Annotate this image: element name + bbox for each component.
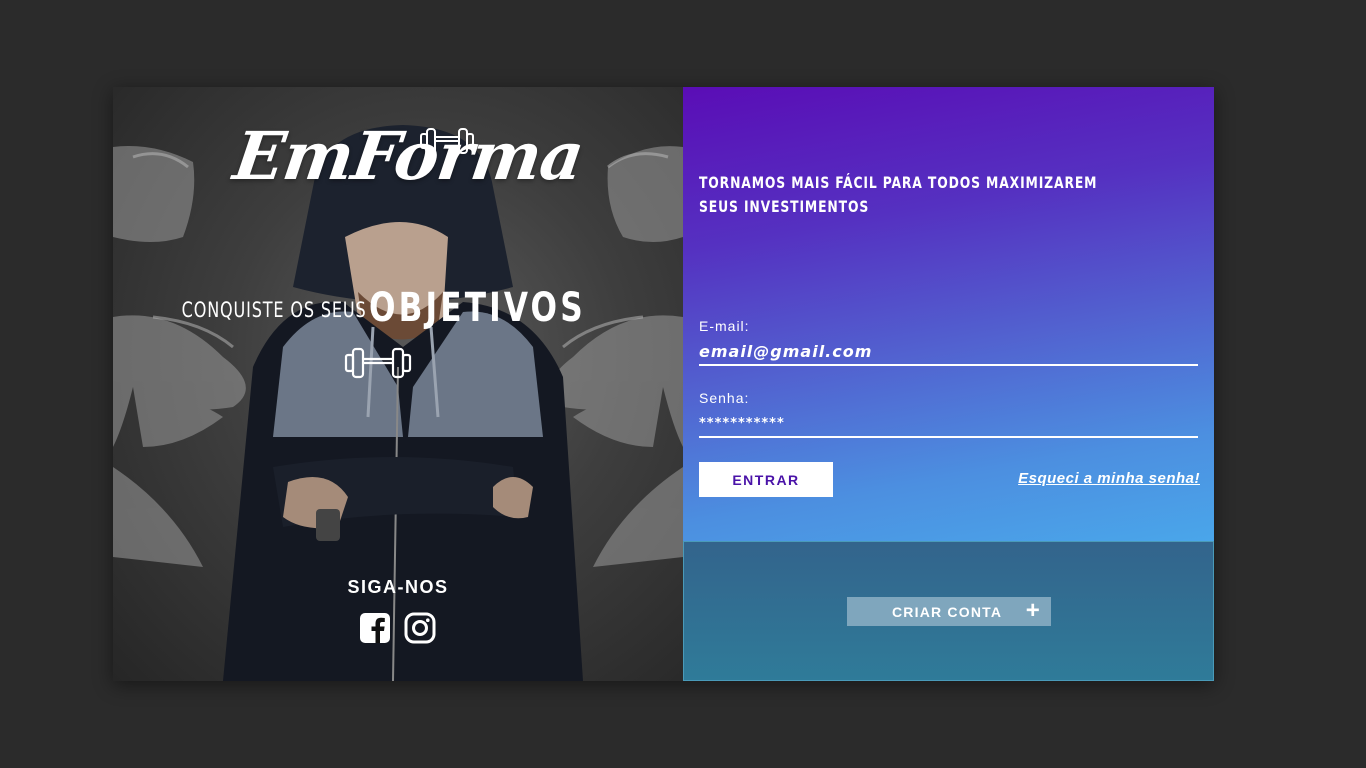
login-card: EmForma CONQUISTE OS SEUS OBJETIVOS SIGA…: [113, 87, 1214, 681]
login-button[interactable]: ENTRAR: [699, 462, 833, 497]
brand-logo: EmForma: [229, 117, 588, 195]
create-account-label: CRIAR CONTA: [892, 604, 1003, 620]
password-field[interactable]: [699, 410, 1198, 438]
follow-us-title: SIGA-NOS: [347, 577, 449, 597]
login-panel: TORNAMOS MAIS FÁCIL PARA TODOS MAXIMIZAR…: [683, 87, 1214, 541]
tagline-small: CONQUISTE OS SEUS: [181, 298, 367, 322]
password-label: Senha:: [699, 390, 750, 406]
facebook-icon[interactable]: [359, 612, 391, 644]
create-account-button[interactable]: CRIAR CONTA +: [847, 597, 1051, 626]
plus-icon: +: [1025, 597, 1041, 624]
dumbbell-icon: [420, 128, 474, 154]
headline-line-2: SEUS INVESTIMENTOS: [699, 197, 870, 216]
forgot-password-link[interactable]: Esqueci a minha senha!: [1018, 470, 1200, 487]
hero-panel: EmForma CONQUISTE OS SEUS OBJETIVOS SIGA…: [113, 87, 683, 681]
login-headline: TORNAMOS MAIS FÁCIL PARA TODOS MAXIMIZAR…: [699, 171, 1098, 219]
signup-panel: CRIAR CONTA +: [683, 541, 1214, 681]
email-field[interactable]: [699, 338, 1198, 366]
instagram-icon[interactable]: [404, 612, 436, 644]
tagline: CONQUISTE OS SEUS OBJETIVOS: [113, 285, 683, 331]
tagline-big: OBJETIVOS: [369, 285, 586, 331]
headline-line-1: TORNAMOS MAIS FÁCIL PARA TODOS MAXIMIZAR…: [699, 173, 1098, 192]
email-label: E-mail:: [699, 318, 750, 334]
dumbbell-icon: [344, 347, 412, 379]
